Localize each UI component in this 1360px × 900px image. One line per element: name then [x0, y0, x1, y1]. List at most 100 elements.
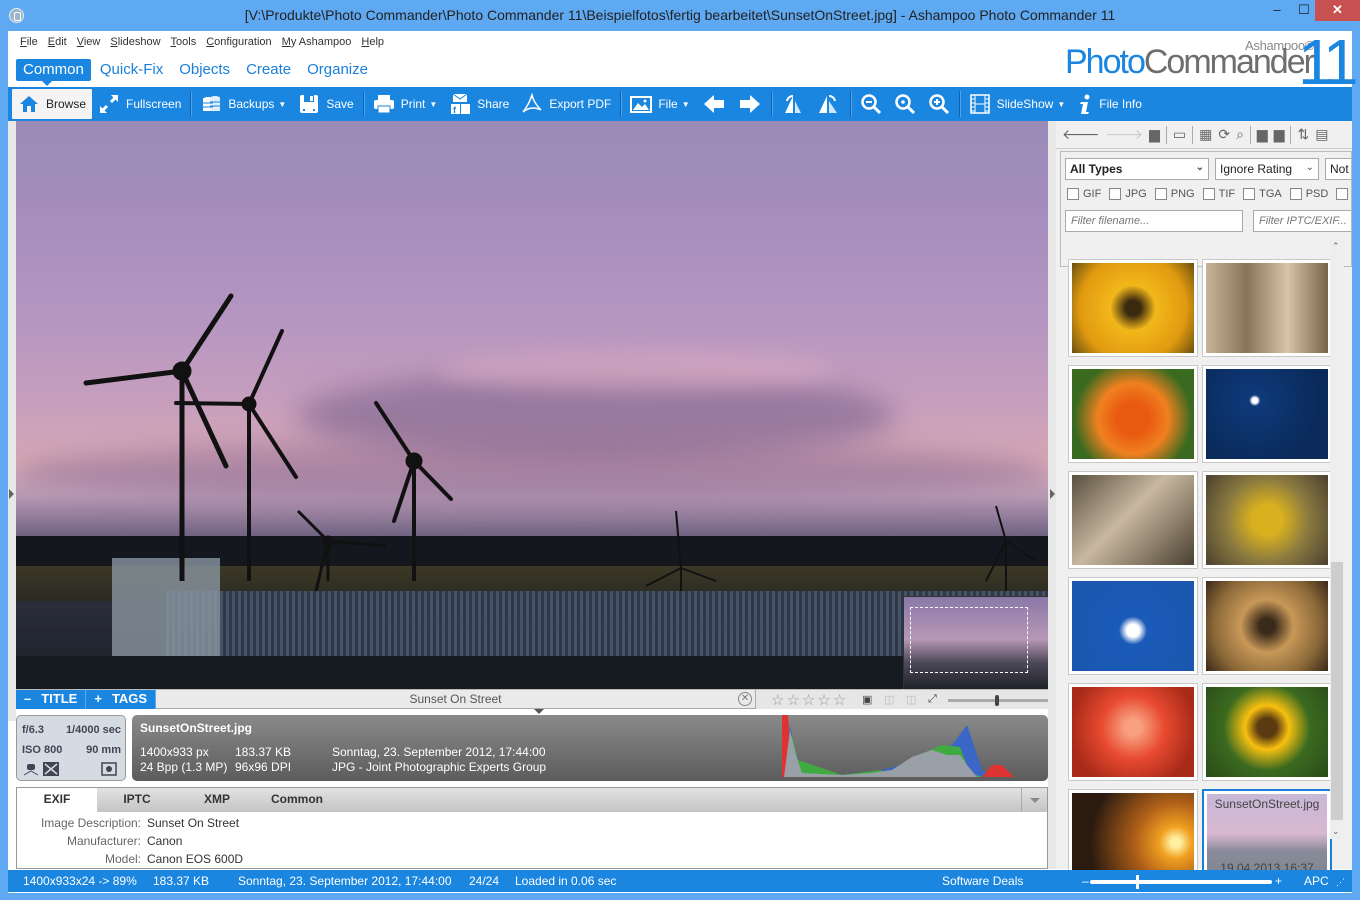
menu-slideshow[interactable]: Slideshow [110, 36, 160, 52]
thumbnail[interactable] [1068, 365, 1198, 463]
star-icon[interactable]: ☆ [786, 691, 799, 709]
image-viewer[interactable] [16, 121, 1048, 689]
maximize-button[interactable]: ☐ [1290, 0, 1318, 21]
sort-icon[interactable]: ⇅ [1297, 126, 1309, 143]
menu-file[interactable]: File [20, 36, 38, 52]
left-panel-toggle[interactable] [8, 121, 16, 721]
backups-button[interactable]: Backups ▼ [194, 89, 292, 119]
calendar-icon[interactable]: ▤ [1315, 126, 1328, 143]
forward-icon[interactable]: 🡒 [1106, 126, 1144, 143]
thumbnail-scrollbar[interactable]: ⌃ ⌄ [1330, 239, 1344, 839]
navigator-preview[interactable] [903, 596, 1048, 689]
zoom-in-button[interactable] [922, 89, 956, 119]
tab-quick-fix[interactable]: Quick-Fix [93, 59, 170, 81]
rating-stars[interactable]: ☆ ☆ ☆ ☆ ☆ [771, 691, 846, 709]
save-button[interactable]: Save [292, 89, 359, 119]
rating-filter-select[interactable]: Ignore Rating ⌄ [1215, 158, 1319, 180]
checkbox-box[interactable] [1067, 188, 1079, 200]
scroll-up-icon[interactable]: ⌃ [1332, 241, 1340, 252]
refresh-icon[interactable]: ⟳ [1218, 126, 1230, 143]
tab-objects[interactable]: Objects [172, 59, 237, 81]
tab-xmp[interactable]: XMP [177, 788, 257, 812]
grid-view-icon[interactable]: ▦ [1199, 126, 1212, 143]
checkbox-box[interactable] [1289, 188, 1302, 200]
checkbox-tif[interactable]: TIF [1202, 188, 1235, 200]
checkbox-gif[interactable]: GIF [1067, 188, 1101, 200]
compare-icon[interactable]: ◫ [884, 693, 894, 706]
tab-common-meta[interactable]: Common [257, 788, 337, 812]
file-info-button[interactable]: File Info [1071, 89, 1148, 119]
checkbox-psd[interactable]: PSD [1289, 188, 1328, 200]
checkbox-box[interactable] [1336, 188, 1349, 200]
thumbnail[interactable] [1202, 471, 1332, 569]
file-button[interactable]: File ▼ [624, 89, 695, 119]
menu-my-ashampoo[interactable]: My Ashampoo [282, 36, 352, 52]
compare-split-icon[interactable]: ◫ [906, 693, 916, 706]
thumbnail[interactable] [1202, 683, 1332, 781]
scrollbar-thumb[interactable] [1331, 562, 1343, 820]
menu-tools[interactable]: Tools [171, 36, 197, 52]
thumbnail[interactable] [1202, 365, 1332, 463]
menu-help[interactable]: Help [361, 36, 384, 52]
rotate-right-button[interactable] [811, 89, 847, 119]
new-folder-icon[interactable]: ▆ [1274, 126, 1285, 143]
resize-grip-icon[interactable]: ⋰ [1336, 877, 1345, 888]
tab-organize[interactable]: Organize [300, 59, 375, 81]
print-button[interactable]: Print ▼ [367, 89, 444, 119]
minimize-button[interactable]: – [1263, 0, 1291, 21]
filename-filter-input[interactable]: Filter filename... [1065, 210, 1243, 232]
share-button[interactable]: f Share [443, 89, 515, 119]
star-icon[interactable]: ☆ [817, 691, 830, 709]
thumbnail[interactable] [1068, 683, 1198, 781]
rotate-left-button[interactable] [775, 89, 811, 119]
checkbox-box[interactable] [1243, 188, 1256, 200]
zoom-out-button[interactable] [854, 89, 888, 119]
thumbnail[interactable] [1202, 577, 1332, 675]
menu-edit[interactable]: Edit [48, 36, 67, 52]
menu-configuration[interactable]: Configuration [206, 36, 271, 52]
navigator-viewport[interactable] [910, 607, 1028, 673]
tab-common[interactable]: Common [16, 59, 91, 86]
tab-exif[interactable]: EXIF [17, 788, 97, 812]
fit-expand-icon[interactable]: ⤢ [928, 693, 937, 706]
menu-view[interactable]: View [77, 36, 101, 52]
export-pdf-button[interactable]: Export PDF [515, 89, 617, 119]
scroll-down-icon[interactable]: ⌄ [1332, 826, 1340, 837]
software-deals-link[interactable]: Software Deals [942, 874, 1023, 888]
preview-zoom-slider[interactable] [948, 695, 1052, 706]
close-button[interactable]: ✕ [1315, 0, 1360, 21]
slider-knob[interactable] [1135, 875, 1139, 889]
fullscreen-button[interactable]: Fullscreen [92, 89, 187, 119]
thumbnail[interactable] [1068, 259, 1198, 357]
checkbox-box[interactable] [1154, 188, 1167, 200]
checkbox-tga[interactable]: TGA [1243, 188, 1282, 200]
status-filter-select[interactable]: Not o [1325, 158, 1351, 180]
tab-create[interactable]: Create [239, 59, 298, 81]
tags-toggle[interactable]: + TAGS [86, 690, 157, 709]
slideshow-button[interactable]: SlideShow ▼ [963, 89, 1072, 119]
zoom-minus-icon[interactable]: – [1082, 874, 1089, 888]
thumbnail[interactable] [1202, 259, 1332, 357]
view-strip-icon[interactable]: ▭ [1173, 126, 1186, 143]
tab-iptc[interactable]: IPTC [97, 788, 177, 812]
checkbox-box[interactable] [1109, 188, 1122, 200]
checkbox-more[interactable] [1336, 188, 1349, 200]
apc-label[interactable]: APC [1304, 874, 1329, 888]
clear-title-icon[interactable]: ✕ [738, 692, 752, 706]
slider-knob[interactable] [994, 695, 999, 706]
zoom-fit-button[interactable] [888, 89, 922, 119]
folder-up-icon[interactable]: ▆ [1149, 126, 1160, 143]
iptc-filter-input[interactable]: Filter IPTC/EXIF... [1253, 210, 1351, 232]
metadata-dropdown-icon[interactable] [1021, 788, 1047, 812]
type-filter-select[interactable]: All Types ⌄ [1065, 158, 1209, 180]
checkbox-jpg[interactable]: JPG [1109, 188, 1147, 200]
thumbnail[interactable] [1068, 577, 1198, 675]
star-icon[interactable]: ☆ [771, 691, 784, 709]
browse-button[interactable]: Browse [12, 89, 93, 119]
image-view-icon[interactable]: ▣ [862, 693, 872, 706]
checkbox-box[interactable] [1202, 188, 1215, 200]
thumbnail[interactable] [1068, 471, 1198, 569]
thumbnail-size-slider[interactable] [1090, 875, 1272, 889]
star-icon[interactable]: ☆ [833, 691, 846, 709]
back-icon[interactable]: 🡐 [1062, 126, 1100, 143]
